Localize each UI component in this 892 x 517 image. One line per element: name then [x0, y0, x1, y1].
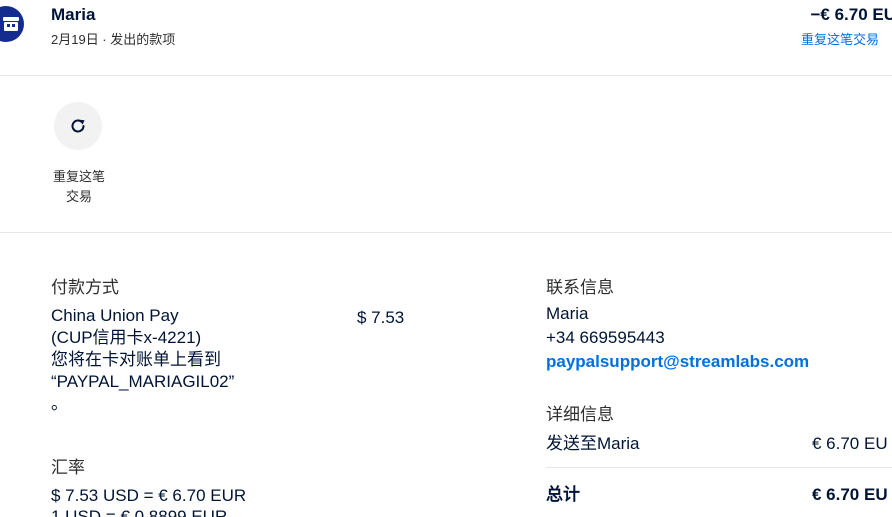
store-icon — [3, 17, 19, 31]
sent-to-amount: € 6.70 EU — [812, 434, 888, 453]
exchange-rate-line2: 1 USD = € 0.8899 EUR — [51, 507, 228, 517]
payment-method-line: “PAYPAL_MARIAGIL02” — [51, 372, 235, 391]
details-divider — [546, 467, 892, 468]
contact-info-title: 联系信息 — [546, 278, 614, 297]
transaction-subtitle: 2月19日 · 发出的款项 — [51, 32, 176, 47]
repeat-transaction-button[interactable] — [54, 102, 102, 150]
actions-section: 重复这笔 交易 — [0, 76, 892, 233]
payment-method-title: 付款方式 — [51, 278, 119, 297]
details-title: 详细信息 — [546, 405, 614, 424]
sent-to-label: 发送至Maria — [546, 434, 640, 453]
repeat-transaction-label: 重复这笔 交易 — [44, 167, 114, 207]
payment-method-line: (CUP信用卡x-4221) — [51, 328, 202, 347]
transaction-details-page: Maria 2月19日 · 发出的款项 −€ 6.70 EU 重复这笔交易 重复… — [0, 0, 892, 517]
contact-name: Maria — [546, 304, 589, 323]
repeat-label-line1: 重复这笔 — [52, 169, 105, 184]
total-amount: € 6.70 EU — [812, 485, 888, 504]
payment-method-line: 您将在卡对账单上看到 — [51, 350, 221, 369]
exchange-rate-title: 汇率 — [51, 458, 85, 477]
transaction-header: Maria 2月19日 · 发出的款项 −€ 6.70 EU 重复这笔交易 — [0, 0, 892, 76]
recipient-name: Maria — [51, 5, 96, 24]
contact-phone: +34 669595443 — [546, 328, 665, 347]
payment-amount: $ 7.53 — [357, 308, 405, 327]
payment-method-details: China Union Pay (CUP信用卡x-4221) 您将在卡对账单上看… — [51, 305, 271, 415]
payment-method-line: China Union Pay — [51, 306, 179, 325]
repeat-transaction-link[interactable]: 重复这笔交易 — [801, 29, 879, 48]
transaction-amount: −€ 6.70 EU — [810, 5, 892, 24]
refresh-icon — [71, 119, 85, 133]
payment-method-line: 。 — [51, 394, 68, 413]
merchant-avatar — [0, 6, 24, 42]
total-label: 总计 — [546, 485, 580, 504]
repeat-label-line2: 交易 — [65, 189, 92, 204]
exchange-rate-line1: $ 7.53 USD = € 6.70 EUR — [51, 486, 247, 505]
contact-email-link[interactable]: paypalsupport@streamlabs.com — [546, 351, 809, 373]
